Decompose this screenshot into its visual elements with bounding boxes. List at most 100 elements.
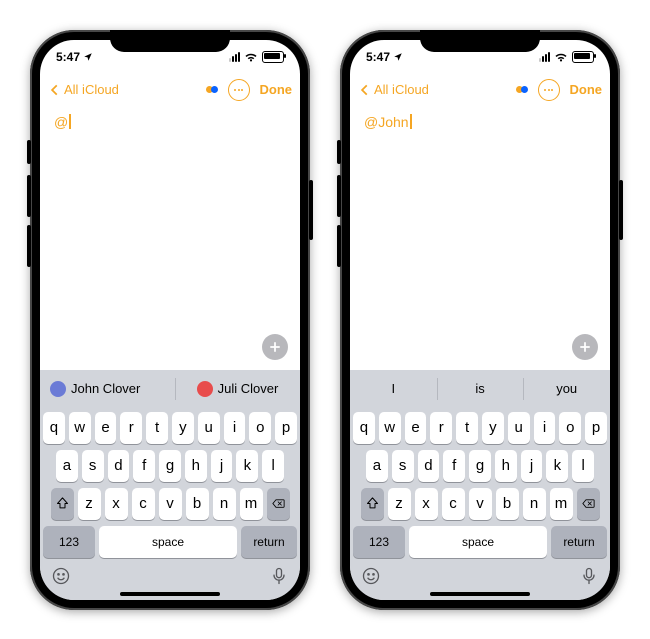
key-a[interactable]: a bbox=[56, 450, 78, 482]
emoji-key[interactable] bbox=[51, 566, 71, 586]
suggestion-word[interactable]: is bbox=[437, 370, 524, 408]
key-x[interactable]: x bbox=[105, 488, 128, 520]
key-s[interactable]: s bbox=[82, 450, 104, 482]
key-n[interactable]: n bbox=[523, 488, 546, 520]
space-key[interactable]: space bbox=[409, 526, 547, 558]
done-button[interactable]: Done bbox=[570, 82, 603, 97]
home-indicator[interactable] bbox=[430, 592, 530, 596]
backspace-key[interactable] bbox=[577, 488, 600, 520]
key-l[interactable]: l bbox=[262, 450, 284, 482]
dictate-key[interactable] bbox=[269, 566, 289, 586]
key-m[interactable]: m bbox=[550, 488, 573, 520]
key-i[interactable]: i bbox=[224, 412, 246, 444]
key-y[interactable]: y bbox=[482, 412, 504, 444]
key-q[interactable]: q bbox=[43, 412, 65, 444]
text-cursor bbox=[410, 114, 412, 129]
suggestion-contact[interactable]: John Clover bbox=[40, 370, 175, 408]
key-w[interactable]: w bbox=[379, 412, 401, 444]
key-i[interactable]: i bbox=[534, 412, 556, 444]
backspace-key[interactable] bbox=[267, 488, 290, 520]
space-key[interactable]: space bbox=[99, 526, 237, 558]
key-f[interactable]: f bbox=[443, 450, 465, 482]
key-p[interactable]: p bbox=[585, 412, 607, 444]
suggestion-contact[interactable]: Juli Clover bbox=[175, 370, 300, 408]
key-v[interactable]: v bbox=[469, 488, 492, 520]
done-button[interactable]: Done bbox=[260, 82, 293, 97]
suggestion-word[interactable]: I bbox=[350, 370, 437, 408]
back-button[interactable]: All iCloud bbox=[48, 82, 119, 97]
more-button[interactable] bbox=[228, 79, 250, 101]
keyboard: q w e r t y u i o p a s d f g h bbox=[350, 408, 610, 600]
location-icon bbox=[393, 52, 403, 62]
key-c[interactable]: c bbox=[132, 488, 155, 520]
note-editor[interactable]: @John bbox=[350, 106, 610, 370]
key-h[interactable]: h bbox=[495, 450, 517, 482]
key-l[interactable]: l bbox=[572, 450, 594, 482]
key-e[interactable]: e bbox=[95, 412, 117, 444]
key-d[interactable]: d bbox=[418, 450, 440, 482]
navigation-bar: All iCloud Done bbox=[40, 74, 300, 106]
return-key[interactable]: return bbox=[551, 526, 607, 558]
key-t[interactable]: t bbox=[456, 412, 478, 444]
key-j[interactable]: j bbox=[521, 450, 543, 482]
wifi-icon bbox=[244, 52, 258, 62]
key-y[interactable]: y bbox=[172, 412, 194, 444]
home-indicator[interactable] bbox=[120, 592, 220, 596]
key-f[interactable]: f bbox=[133, 450, 155, 482]
key-b[interactable]: b bbox=[186, 488, 209, 520]
more-button[interactable] bbox=[538, 79, 560, 101]
return-key[interactable]: return bbox=[241, 526, 297, 558]
back-button[interactable]: All iCloud bbox=[358, 82, 429, 97]
numbers-key[interactable]: 123 bbox=[353, 526, 405, 558]
key-m[interactable]: m bbox=[240, 488, 263, 520]
key-k[interactable]: k bbox=[546, 450, 568, 482]
key-z[interactable]: z bbox=[388, 488, 411, 520]
add-button[interactable] bbox=[262, 334, 288, 360]
key-r[interactable]: r bbox=[430, 412, 452, 444]
key-d[interactable]: d bbox=[108, 450, 130, 482]
key-s[interactable]: s bbox=[392, 450, 414, 482]
key-o[interactable]: o bbox=[559, 412, 581, 444]
key-a[interactable]: a bbox=[366, 450, 388, 482]
collaborate-icon[interactable] bbox=[516, 86, 528, 93]
key-w[interactable]: w bbox=[69, 412, 91, 444]
key-g[interactable]: g bbox=[469, 450, 491, 482]
key-k[interactable]: k bbox=[236, 450, 258, 482]
key-g[interactable]: g bbox=[159, 450, 181, 482]
key-p[interactable]: p bbox=[275, 412, 297, 444]
key-e[interactable]: e bbox=[405, 412, 427, 444]
collaborate-icon[interactable] bbox=[206, 86, 218, 93]
key-t[interactable]: t bbox=[146, 412, 168, 444]
key-b[interactable]: b bbox=[496, 488, 519, 520]
key-x[interactable]: x bbox=[415, 488, 438, 520]
key-h[interactable]: h bbox=[185, 450, 207, 482]
battery-icon bbox=[262, 51, 284, 63]
suggestion-label: is bbox=[475, 381, 484, 396]
chevron-left-icon bbox=[48, 83, 62, 97]
suggestion-word[interactable]: you bbox=[523, 370, 610, 408]
key-v[interactable]: v bbox=[159, 488, 182, 520]
status-time: 5:47 bbox=[366, 50, 390, 64]
note-text: @ bbox=[54, 114, 68, 130]
key-n[interactable]: n bbox=[213, 488, 236, 520]
shift-key[interactable] bbox=[361, 488, 384, 520]
suggestion-label: Juli Clover bbox=[218, 381, 279, 396]
key-z[interactable]: z bbox=[78, 488, 101, 520]
key-q[interactable]: q bbox=[353, 412, 375, 444]
key-r[interactable]: r bbox=[120, 412, 142, 444]
add-button[interactable] bbox=[572, 334, 598, 360]
suggestion-label: John Clover bbox=[71, 381, 140, 396]
navigation-bar: All iCloud Done bbox=[350, 74, 610, 106]
note-editor[interactable]: @ bbox=[40, 106, 300, 370]
key-u[interactable]: u bbox=[198, 412, 220, 444]
shift-key[interactable] bbox=[51, 488, 74, 520]
key-u[interactable]: u bbox=[508, 412, 530, 444]
emoji-key[interactable] bbox=[361, 566, 381, 586]
numbers-key[interactable]: 123 bbox=[43, 526, 95, 558]
dictate-key[interactable] bbox=[579, 566, 599, 586]
key-j[interactable]: j bbox=[211, 450, 233, 482]
key-o[interactable]: o bbox=[249, 412, 271, 444]
note-text: @John bbox=[364, 114, 409, 130]
key-c[interactable]: c bbox=[442, 488, 465, 520]
cellular-icon bbox=[539, 52, 550, 62]
